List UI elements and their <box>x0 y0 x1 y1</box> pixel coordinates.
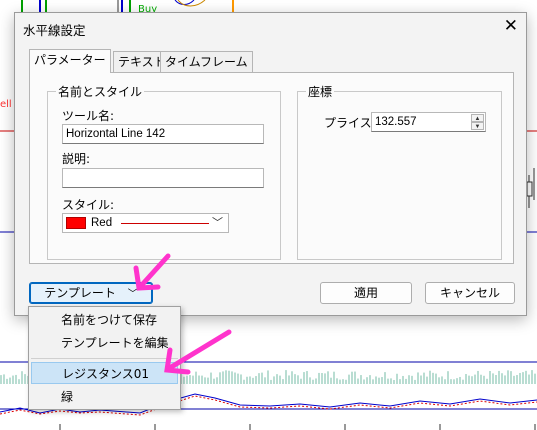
arrow-icon-resistance <box>164 329 232 375</box>
arrow-icon-template <box>133 253 171 291</box>
tab-parameters[interactable]: パラメーター <box>29 49 111 73</box>
